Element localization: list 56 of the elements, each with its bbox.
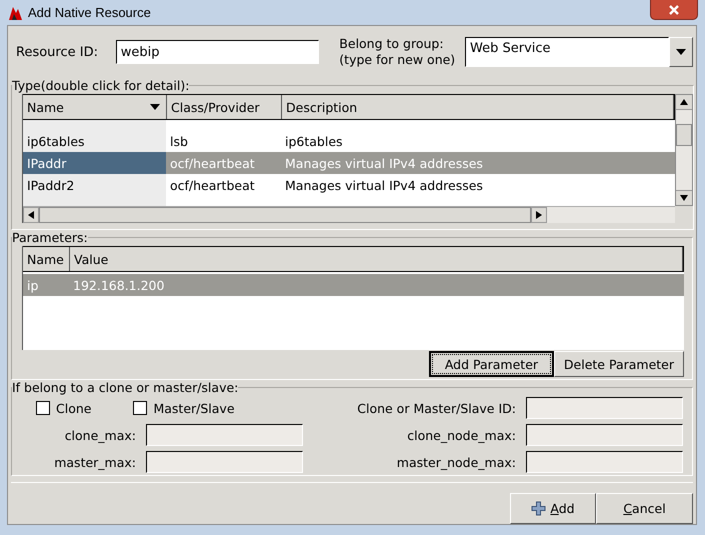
table-cell: IPaddr2 (23, 174, 166, 196)
clone-panel-title: If belong to a clone or master/slave: (12, 380, 238, 395)
checkbox[interactable] (36, 401, 50, 415)
resource-type-row[interactable]: IPaddr2 ocf/heartbeat Manages virtual IPv4 addresses (23, 174, 675, 196)
table-cell: IPaddr (23, 152, 166, 174)
table-cell-text: Manages virtual IPv4 addresses (284, 154, 484, 173)
close-button[interactable] (650, 0, 698, 20)
scroll-thumb[interactable] (39, 207, 531, 223)
clone-id-label: Clone or Master/Slave ID: (356, 400, 517, 416)
table-cell-text: lsb (169, 132, 189, 150)
column-header[interactable]: Description (282, 95, 674, 119)
scroll-thumb[interactable] (676, 124, 692, 146)
table-cell-text: ocf/heartbeat (169, 154, 256, 172)
add-button[interactable]: Add (510, 493, 596, 524)
checkbox-label: Master/Slave (153, 400, 235, 416)
field-label: master_node_max: (396, 454, 517, 470)
window-title: Add Native Resource (28, 5, 151, 20)
field-label: clone_node_max: (406, 428, 517, 442)
table-cell-text: Manages virtual IPv4 addresses (284, 176, 484, 195)
caret-down-icon (676, 49, 686, 55)
vertical-scrollbar[interactable] (675, 94, 693, 206)
arrow-left-icon (28, 211, 34, 219)
field-label: clone_max: (64, 428, 137, 442)
plus-icon (531, 501, 546, 516)
type-panel-title: Type(double click for detail): (12, 78, 190, 93)
arrow-up-icon (680, 99, 688, 105)
column-header[interactable]: Class/Provider (167, 95, 282, 119)
parameters-panel-title: Parameters: (12, 230, 88, 245)
column-header[interactable]: Name (23, 247, 70, 271)
app-logo-icon (7, 4, 23, 20)
group-label: Belong to group: (339, 36, 445, 52)
group-combo-field[interactable]: Web Service (465, 37, 669, 67)
column-header[interactable]: Name (23, 95, 167, 119)
column-header[interactable]: Value (70, 247, 683, 271)
resource-id-field[interactable]: webip (116, 40, 320, 64)
delete-parameter-button[interactable]: Delete Parameter (554, 351, 684, 377)
resource-type-row[interactable]: IPaddr ocf/heartbeat Manages virtual IPv4 addresses (23, 152, 675, 174)
table-cell-text: ocf/heartbeat (169, 176, 256, 194)
arrow-right-icon (536, 211, 542, 219)
sort-descending-icon (150, 104, 160, 110)
table-cell: ip6tables (23, 130, 166, 152)
cancel-button[interactable]: Cancel (596, 493, 693, 524)
add-parameter-button[interactable]: Add Parameter (428, 351, 554, 377)
arrow-down-icon (680, 195, 688, 201)
table-cell-text: ip6tables (284, 132, 344, 151)
checkbox-label: Clone (56, 400, 92, 416)
field-label: master_max: (53, 454, 137, 470)
table-cell-text: 192.168.1.200 (72, 276, 166, 294)
close-icon (668, 4, 680, 14)
checkbox[interactable] (133, 401, 148, 415)
horizontal-scrollbar[interactable] (23, 206, 675, 223)
resource-type-row[interactable]: ip6tables lsb ip6tables (23, 130, 675, 152)
group-hint: (type for new one) (339, 52, 456, 68)
resource-id-label: Resource ID: (15, 44, 99, 60)
dropdown-button[interactable] (669, 37, 693, 67)
table-cell-text: ip (26, 276, 40, 295)
